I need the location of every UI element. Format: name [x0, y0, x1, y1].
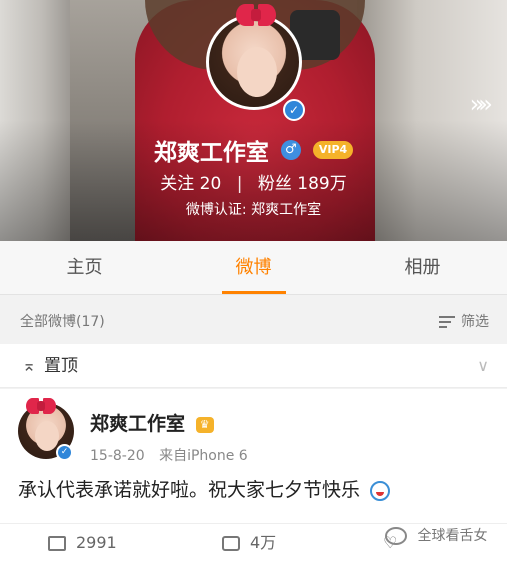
verification-text: 微博认证: 郑爽工作室: [185, 202, 322, 218]
followers-label: 粉丝: [257, 174, 292, 194]
watermark-text: 全球看舌女: [417, 528, 488, 544]
emoji-icon: [370, 480, 391, 501]
profile-avatar[interactable]: [206, 14, 302, 110]
filter-bar: 全部微博(17) 筛选: [0, 300, 507, 344]
verified-icon: ✓: [283, 99, 305, 121]
following-link[interactable]: 关注 20: [160, 174, 226, 194]
stats-separator: |: [236, 174, 243, 194]
wechat-icon: [385, 527, 407, 545]
verified-icon: ✓: [56, 444, 73, 461]
repost-icon: [48, 535, 66, 551]
chevron-down-icon[interactable]: ∨: [477, 344, 489, 388]
avatar-face: [237, 47, 277, 97]
post-avatar-bow-decoration: [26, 398, 56, 414]
following-count: 20: [199, 174, 222, 194]
profile-tabs: 主页 微博 相册: [0, 241, 507, 295]
comment-button[interactable]: 4万: [222, 524, 276, 561]
all-posts-count: 全部微博(17): [20, 314, 105, 330]
post-author-row: 郑爽工作室 ♛: [90, 409, 214, 436]
watermark: 全球看舌女: [385, 525, 487, 545]
comment-count: 4万: [250, 533, 277, 552]
comment-icon: [222, 535, 240, 551]
repost-count: 2991: [76, 533, 117, 552]
vip-crown-icon: ♛: [195, 416, 214, 433]
profile-name-row: 郑爽工作室 ♂ VIP4: [0, 133, 507, 167]
repost-button[interactable]: 2991: [48, 524, 117, 561]
profile-name: 郑爽工作室: [153, 140, 269, 166]
following-label: 关注: [160, 174, 195, 194]
tab-album[interactable]: 相册: [338, 241, 507, 294]
follow-stats: 关注 20 | 粉丝 189万: [0, 169, 507, 194]
pinned-section[interactable]: ⌅ 置顶 ∨: [0, 344, 507, 388]
post-meta: 15-8-20 来自iPhone 6: [90, 445, 248, 465]
followers-link[interactable]: 粉丝 189万: [258, 174, 347, 194]
chevron-right-icon[interactable]: »»: [470, 90, 494, 118]
filter-icon: [439, 316, 455, 328]
tab-home[interactable]: 主页: [0, 241, 169, 294]
followers-count: 189万: [297, 174, 347, 194]
post-avatar-face: [35, 421, 59, 451]
post-author[interactable]: 郑爽工作室: [90, 413, 185, 435]
tab-weibo[interactable]: 微博: [169, 241, 338, 294]
post-source: 来自iPhone 6: [159, 448, 248, 464]
pinned-label: 置顶: [44, 356, 78, 376]
gender-male-icon: ♂: [280, 140, 301, 160]
pin-icon: ⌅: [22, 356, 37, 376]
post-date: 15-8-20: [90, 448, 145, 464]
post-text: 承认代表承诺就好啦。祝大家七夕节快乐: [18, 479, 361, 501]
filter-button[interactable]: 筛选: [439, 300, 489, 344]
filter-label: 筛选: [461, 314, 489, 330]
vip-crown-icon[interactable]: VIP4: [312, 141, 354, 159]
avatar-bow-decoration: [236, 4, 276, 26]
post-text-row: 承认代表承诺就好啦。祝大家七夕节快乐: [18, 475, 391, 502]
